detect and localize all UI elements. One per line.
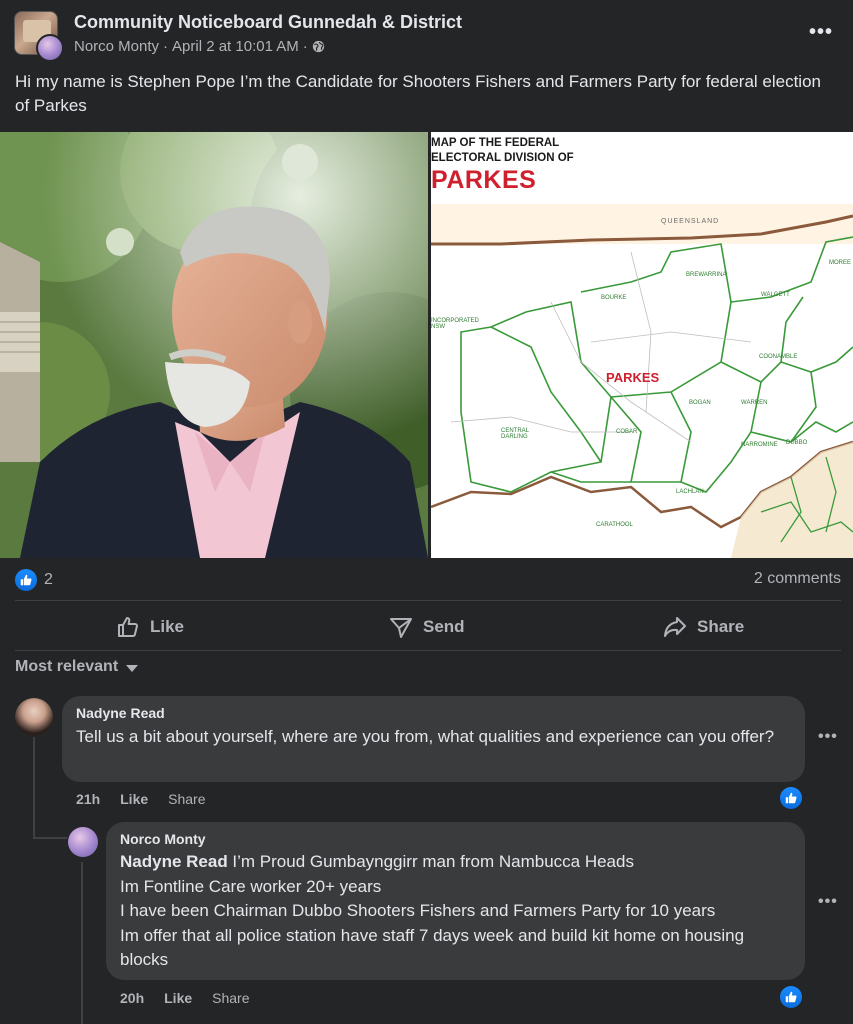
map-place-label: INCORPORATED NSW (431, 318, 479, 330)
map-place-label: LACHLAN (676, 489, 704, 495)
map-place-label: COONAMBLE (759, 354, 798, 360)
comment-text: Tell us a bit about yourself, where are … (76, 727, 775, 746)
map-place-label: WARREN (741, 400, 768, 406)
map-center-label: PARKES (606, 370, 660, 385)
comment-like-reaction-icon[interactable] (780, 787, 802, 809)
candidate-photo-image (0, 132, 428, 558)
thread-line (81, 862, 83, 1024)
comment-time[interactable]: 21h (76, 791, 100, 807)
group-name-link[interactable]: Community Noticeboard Gunnedah & Distric… (74, 12, 462, 33)
map-place-label: DUBBO (786, 440, 808, 446)
reply-author-avatar[interactable] (68, 827, 98, 857)
map-heading: MAP OF THE FEDERAL ELECTORAL DIVISION OF (431, 137, 574, 164)
post-header: Community Noticeboard Gunnedah & Distric… (0, 0, 853, 70)
author-name-link[interactable]: Norco Monty (74, 38, 159, 55)
share-button[interactable]: Share (663, 613, 744, 641)
electoral-map (431, 132, 853, 558)
comment-share-link[interactable]: Share (168, 791, 205, 807)
like-count[interactable]: 2 (44, 571, 53, 589)
map-place-label: WALGETT (761, 292, 790, 298)
map-place-label: CARATHOOL (596, 522, 633, 528)
reply-author-name[interactable]: Norco Monty (120, 830, 791, 848)
reply-share-link[interactable]: Share (212, 990, 249, 1006)
reply-line: I have been Chairman Dubbo Shooters Fish… (120, 901, 716, 920)
divider (15, 650, 841, 651)
reply-time[interactable]: 20h (120, 990, 144, 1006)
thread-line (33, 837, 67, 839)
reply-text: Nadyne Read I’m Proud Gumbaynggirr man f… (120, 850, 791, 973)
like-reaction-icon (15, 569, 37, 591)
reply-bubble: Norco Monty Nadyne Read I’m Proud Gumbay… (106, 822, 805, 980)
like-button[interactable]: Like (116, 613, 184, 641)
send-icon (390, 618, 412, 638)
share-icon (664, 617, 686, 637)
comment-sort-dropdown[interactable]: Most relevant (15, 658, 139, 676)
comment-like-link[interactable]: Like (120, 791, 148, 807)
map-place-label: MOREE (829, 260, 852, 266)
commenter-name[interactable]: Nadyne Read (76, 704, 791, 722)
map-division-title: PARKES (431, 166, 537, 194)
comment-bubble: Nadyne Read Tell us a bit about yourself… (62, 696, 805, 782)
map-place-label: NARROMINE (741, 442, 778, 448)
comment-meta: 21h Like Share (76, 791, 206, 807)
electoral-map-image[interactable]: MAP OF THE FEDERAL ELECTORAL DIVISION OF… (431, 132, 853, 558)
comment-options-button[interactable]: ••• (818, 728, 838, 746)
mention-link[interactable]: Nadyne Read (120, 852, 228, 871)
reply-like-reaction-icon[interactable] (780, 986, 802, 1008)
map-place-label: BOURKE (601, 295, 627, 301)
map-state-label: QUEENSLAND (661, 218, 720, 225)
reply-line: Im offer that all police station have st… (120, 925, 745, 970)
caret-down-icon (126, 665, 139, 672)
reply-like-link[interactable]: Like (164, 990, 192, 1006)
thumbs-up-icon (118, 617, 138, 637)
map-place-label: BOGAN (689, 400, 711, 406)
send-button[interactable]: Send (389, 613, 465, 641)
thread-line (33, 737, 35, 837)
post-meta: Norco Monty · April 2 at 10:01 AM · (74, 38, 325, 55)
map-place-label: CENTRAL DARLING (501, 428, 529, 440)
reaction-summary[interactable]: 2 (15, 568, 53, 592)
commenter-avatar[interactable] (15, 698, 53, 736)
reply-meta: 20h Like Share (120, 990, 250, 1006)
reply-options-button[interactable]: ••• (818, 893, 838, 911)
map-place-label: BREWARRINA (686, 272, 727, 278)
candidate-photo[interactable] (0, 132, 428, 558)
map-place-label: COBAR (616, 429, 638, 435)
divider (15, 600, 841, 601)
post-body-text: Hi my name is Stephen Pope I’m the Candi… (15, 72, 821, 115)
author-avatar[interactable] (36, 34, 64, 62)
comments-count-link[interactable]: 2 comments (754, 570, 841, 588)
globe-icon (312, 40, 324, 53)
post-date-link[interactable]: April 2 at 10:01 AM (172, 38, 299, 55)
post-options-button[interactable]: ••• (809, 22, 833, 42)
reply-line: Im Fontline Care worker 20+ years (120, 876, 382, 896)
reply-line: Nadyne Read I’m Proud Gumbaynggirr man f… (120, 852, 634, 871)
